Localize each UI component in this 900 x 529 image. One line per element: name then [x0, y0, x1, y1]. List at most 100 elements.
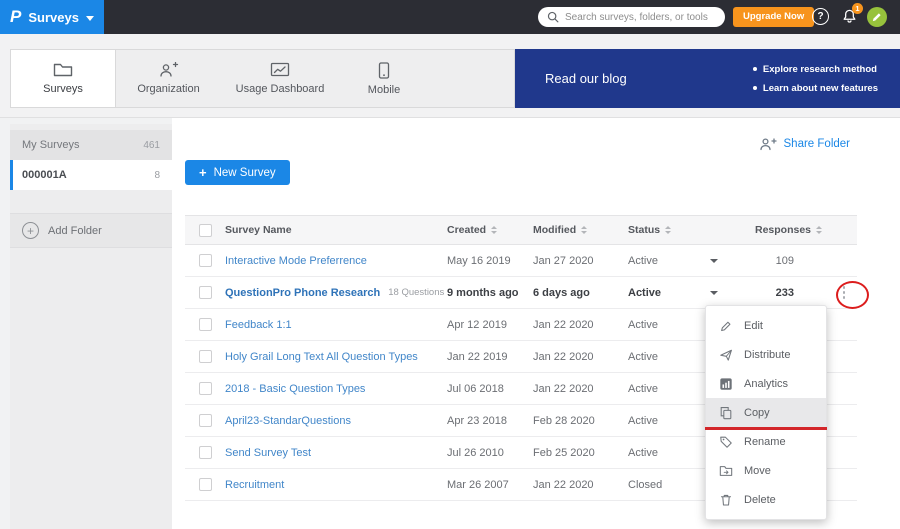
tag-icon — [719, 435, 733, 449]
sort-icon[interactable] — [581, 226, 587, 234]
share-people-icon — [759, 137, 777, 151]
feedback-button[interactable] — [867, 7, 887, 27]
sidebar-item-folder-000001a[interactable]: 000001A 8 — [10, 160, 172, 190]
survey-count: 8 — [154, 170, 160, 181]
survey-name-link[interactable]: Recruitment — [225, 479, 284, 491]
sort-icon[interactable] — [665, 226, 671, 234]
menu-item-label: Rename — [744, 436, 786, 448]
share-folder-button[interactable]: Share Folder — [759, 137, 850, 151]
tab-surveys[interactable]: Surveys — [11, 50, 116, 107]
row-checkbox[interactable] — [199, 318, 212, 331]
row-checkbox[interactable] — [199, 446, 212, 459]
created-cell: Jul 26 2010 — [447, 447, 533, 459]
tab-usage-dashboard[interactable]: Usage Dashboard — [221, 50, 339, 107]
pencil-icon — [872, 12, 882, 22]
search-input[interactable] — [565, 12, 716, 23]
tab-label: Mobile — [368, 84, 400, 96]
modified-cell: 6 days ago — [533, 287, 628, 299]
tab-organization[interactable]: Organization — [116, 50, 221, 107]
menu-item-label: Analytics — [744, 378, 788, 390]
upgrade-now-button[interactable]: Upgrade Now — [733, 7, 814, 27]
survey-name-link[interactable]: Feedback 1:1 — [225, 319, 292, 331]
status-dropdown-caret[interactable] — [710, 291, 718, 295]
survey-name-link[interactable]: Interactive Mode Preferrence — [225, 255, 367, 267]
menu-item-analytics[interactable]: Analytics — [706, 369, 826, 398]
row-checkbox[interactable] — [199, 382, 212, 395]
menu-item-distribute[interactable]: Distribute — [706, 340, 826, 369]
select-all-checkbox[interactable] — [199, 224, 212, 237]
modified-cell: Jan 22 2020 — [533, 479, 628, 491]
survey-name-link[interactable]: April23-StandarQuestions — [225, 415, 351, 427]
question-mark-icon: ? — [817, 11, 823, 22]
row-checkbox[interactable] — [199, 350, 212, 363]
chevron-down-icon — [86, 16, 94, 21]
header-survey-name[interactable]: Survey Name — [225, 224, 447, 236]
header-status[interactable]: Status — [628, 224, 710, 236]
modified-cell: Jan 22 2020 — [533, 383, 628, 395]
add-folder-button[interactable]: + Add Folder — [10, 213, 172, 248]
survey-name-link[interactable]: 2018 - Basic Question Types — [225, 383, 365, 395]
row-checkbox[interactable] — [199, 414, 212, 427]
send-icon — [719, 348, 733, 362]
help-button[interactable]: ? — [812, 8, 829, 25]
plus-circle-icon: + — [22, 222, 39, 239]
product-menu[interactable]: P Surveys — [0, 0, 104, 34]
header-responses[interactable]: Responses — [745, 224, 820, 236]
bullet-dot-icon — [753, 86, 757, 90]
header-label: Status — [628, 224, 660, 236]
survey-name-link[interactable]: Send Survey Test — [225, 447, 311, 459]
responses-cell: 233 — [745, 287, 820, 299]
folder-move-icon — [719, 464, 733, 478]
sort-icon[interactable] — [816, 226, 822, 234]
table-header-row: Survey Name Created Modified Status Resp… — [185, 215, 857, 245]
folder-icon — [53, 62, 73, 78]
blog-banner[interactable]: Read our blog Explore research method Le… — [515, 49, 900, 108]
tab-mobile[interactable]: Mobile — [339, 50, 429, 107]
menu-item-label: Copy — [744, 407, 770, 419]
created-cell: Jul 06 2018 — [447, 383, 533, 395]
menu-item-edit[interactable]: Edit — [706, 311, 826, 340]
header-created[interactable]: Created — [447, 224, 533, 236]
bullet-dot-icon — [753, 67, 757, 71]
modified-cell: Feb 28 2020 — [533, 415, 628, 427]
created-cell: Apr 23 2018 — [447, 415, 533, 427]
blog-bullet-list: Explore research method Learn about new … — [753, 64, 878, 94]
created-cell: Apr 12 2019 — [447, 319, 533, 331]
row-context-menu: Edit Distribute Analytics Copy Rename — [705, 305, 827, 520]
pencil-icon — [719, 319, 733, 333]
new-survey-label: New Survey — [214, 167, 276, 179]
status-cell: Active — [628, 351, 710, 363]
row-checkbox[interactable] — [199, 286, 212, 299]
menu-item-move[interactable]: Move — [706, 456, 826, 485]
row-actions-dots-icon[interactable] — [837, 283, 852, 302]
tab-label: Usage Dashboard — [236, 83, 325, 95]
menu-item-label: Distribute — [744, 349, 790, 361]
menu-item-delete[interactable]: Delete — [706, 485, 826, 514]
menu-item-copy[interactable]: Copy — [706, 398, 826, 427]
survey-name-link[interactable]: Holy Grail Long Text All Question Types — [225, 351, 418, 363]
blog-bullet-text: Learn about new features — [763, 83, 878, 94]
share-folder-label: Share Folder — [784, 138, 850, 150]
product-menu-label: Surveys — [28, 10, 79, 25]
sidebar-item-label: 000001A — [22, 169, 67, 181]
new-survey-button[interactable]: + New Survey — [185, 160, 290, 185]
blog-bullet: Learn about new features — [753, 83, 878, 94]
modified-cell: Jan 22 2020 — [533, 351, 628, 363]
created-cell: Mar 26 2007 — [447, 479, 533, 491]
created-cell: Jan 22 2019 — [447, 351, 533, 363]
header-modified[interactable]: Modified — [533, 224, 628, 236]
status-cell: Closed — [628, 479, 710, 491]
menu-item-label: Move — [744, 465, 771, 477]
status-cell: Active — [628, 383, 710, 395]
sort-icon[interactable] — [491, 226, 497, 234]
survey-name-link[interactable]: QuestionPro Phone Research — [225, 287, 380, 299]
copy-icon — [719, 406, 733, 420]
modified-cell: Jan 22 2020 — [533, 319, 628, 331]
folders-sidebar: My Surveys 461 000001A 8 + Add Folder — [10, 124, 172, 529]
sidebar-item-my-surveys[interactable]: My Surveys 461 — [10, 130, 172, 160]
row-checkbox[interactable] — [199, 478, 212, 491]
search-icon — [547, 11, 559, 23]
row-checkbox[interactable] — [199, 254, 212, 267]
status-dropdown-caret[interactable] — [710, 259, 718, 263]
menu-item-rename[interactable]: Rename — [706, 427, 826, 456]
